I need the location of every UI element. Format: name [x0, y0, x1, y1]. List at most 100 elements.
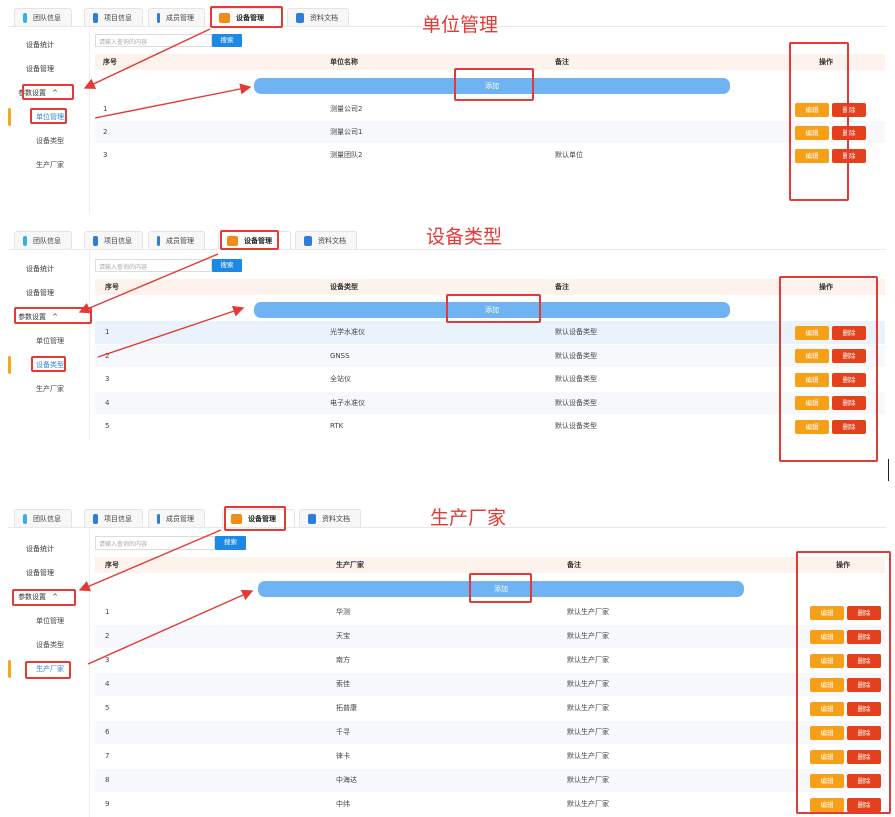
sidebar-item-makers[interactable]: 生产厂家: [10, 384, 90, 394]
annotation-box-ops: [789, 42, 849, 201]
sidebar-item-manage[interactable]: 设备管理: [0, 568, 80, 578]
table-row: 2 测量公司1: [95, 121, 885, 143]
table-row: 8 中海达 默认生产厂家: [95, 769, 885, 792]
row-name: 测量团队2: [330, 151, 363, 159]
row-remark: 默认生产厂家: [567, 728, 609, 736]
row-name: 南方: [336, 656, 350, 664]
annotation-box-ops: [796, 551, 891, 814]
table-header-name: 设备类型: [330, 283, 358, 291]
table-row: 4 电子水准仪 默认设备类型: [95, 391, 885, 414]
row-name: 华测: [336, 608, 350, 616]
tab-folder[interactable]: 项目信息: [84, 8, 143, 26]
row-name: 电子水准仪: [330, 398, 365, 407]
table-row: 5 拓普康 默认生产厂家: [95, 697, 885, 720]
table-header-index: 序号: [103, 58, 117, 66]
row-remark: 默认设备类型: [555, 375, 597, 383]
table-row: 3 测量团队2 默认单位: [95, 144, 885, 166]
table-row: 9 中纬 默认生产厂家: [95, 793, 885, 816]
annotation-box-add: [446, 294, 541, 323]
active-item-marker: [8, 108, 11, 126]
tab-document[interactable]: 资料文档: [295, 231, 357, 249]
row-index: 2: [103, 128, 108, 136]
sidebar-item-stats[interactable]: 设备统计: [0, 40, 80, 50]
tab-members[interactable]: 成员管理: [148, 231, 205, 249]
row-remark: 默认生产厂家: [567, 800, 609, 808]
table-header-remark: 备注: [567, 561, 581, 569]
sidebar-item-types[interactable]: 设备类型: [10, 136, 90, 146]
annotation-box-tab: [224, 506, 286, 531]
annotation-title: 设备类型: [426, 226, 503, 248]
tab-label: 资料文档: [318, 236, 346, 245]
tab-team[interactable]: 团队信息: [14, 231, 72, 249]
annotation-box-add: [454, 68, 534, 101]
search-input[interactable]: 请输入查询的内容: [95, 259, 212, 272]
row-remark: 默认设备类型: [555, 422, 597, 430]
tab-folder[interactable]: 项目信息: [84, 231, 143, 249]
tab-label: 团队信息: [33, 13, 61, 22]
active-item-marker: [8, 356, 11, 374]
sidebar-item-stats[interactable]: 设备统计: [0, 544, 80, 554]
document-icon: [304, 235, 312, 246]
tab-label: 资料文档: [322, 514, 350, 523]
sidebar: [8, 251, 90, 441]
active-item-marker: [8, 660, 11, 678]
table-header-remark: 备注: [555, 283, 569, 291]
sidebar-item-units[interactable]: 单位管理: [10, 336, 90, 346]
tab-members[interactable]: 成员管理: [148, 509, 205, 527]
search-button[interactable]: 搜索: [215, 536, 246, 550]
row-remark: 默认设备类型: [555, 398, 597, 407]
annotation-box-ops: [779, 276, 878, 462]
tab-members[interactable]: 成员管理: [148, 8, 205, 26]
row-remark: 默认设备类型: [555, 351, 597, 360]
sidebar-item-manage[interactable]: 设备管理: [0, 64, 80, 74]
row-index: 2: [105, 632, 110, 640]
folder-icon: [93, 235, 98, 246]
team-icon: [23, 12, 27, 23]
table-header: 序号 生产厂家 备注 操作: [95, 557, 885, 573]
tab-team[interactable]: 团队信息: [14, 8, 72, 26]
tab-label: 资料文档: [310, 13, 338, 22]
table-header-remark: 备注: [555, 58, 569, 66]
tab-label: 成员管理: [166, 514, 194, 523]
sidebar-item-units[interactable]: 单位管理: [10, 616, 90, 626]
sidebar-item-makers[interactable]: 生产厂家: [10, 160, 90, 170]
document-icon: [296, 12, 304, 23]
tab-label: 团队信息: [33, 236, 61, 245]
tab-team[interactable]: 团队信息: [14, 509, 72, 527]
sidebar-item-types[interactable]: 设备类型: [10, 640, 90, 650]
row-name: 测量公司1: [330, 128, 363, 136]
search-button[interactable]: 搜索: [212, 34, 242, 47]
row-remark: 默认生产厂家: [567, 752, 609, 760]
row-index: 1: [105, 608, 110, 616]
search-button[interactable]: 搜索: [212, 259, 242, 272]
row-index: 4: [105, 398, 110, 407]
row-name: RTK: [330, 422, 344, 430]
row-name: 索佳: [336, 680, 350, 688]
row-index: 1: [105, 328, 110, 336]
table-row: 4 索佳 默认生产厂家: [95, 673, 885, 696]
folder-icon: [93, 513, 98, 524]
row-index: 9: [105, 800, 110, 808]
tab-document[interactable]: 资料文档: [299, 509, 361, 527]
members-icon: [157, 12, 160, 23]
search-input[interactable]: 请输入查询的内容: [95, 34, 212, 47]
sidebar-item-manage[interactable]: 设备管理: [0, 288, 80, 298]
tab-folder[interactable]: 项目信息: [84, 509, 143, 527]
annotation-box-param: [22, 84, 74, 100]
table-row: 1 光学水准仪 默认设备类型: [95, 321, 885, 344]
tab-label: 团队信息: [33, 514, 61, 523]
tab-label: 项目信息: [104, 514, 132, 523]
tab-label: 项目信息: [104, 236, 132, 245]
sidebar-item-stats[interactable]: 设备统计: [0, 264, 80, 274]
search-input[interactable]: 请输入查询的内容: [95, 536, 215, 550]
row-name: 徕卡: [336, 752, 350, 760]
row-index: 3: [103, 151, 108, 159]
table-header-name: 单位名称: [330, 58, 358, 66]
table-header-name: 生产厂家: [336, 561, 364, 569]
row-name: 测量公司2: [330, 105, 363, 113]
table-header-index: 序号: [105, 283, 119, 291]
tab-document[interactable]: 资料文档: [287, 8, 349, 26]
row-remark: 默认生产厂家: [567, 656, 609, 664]
row-name: 中纬: [336, 800, 350, 808]
row-index: 1: [103, 105, 108, 113]
